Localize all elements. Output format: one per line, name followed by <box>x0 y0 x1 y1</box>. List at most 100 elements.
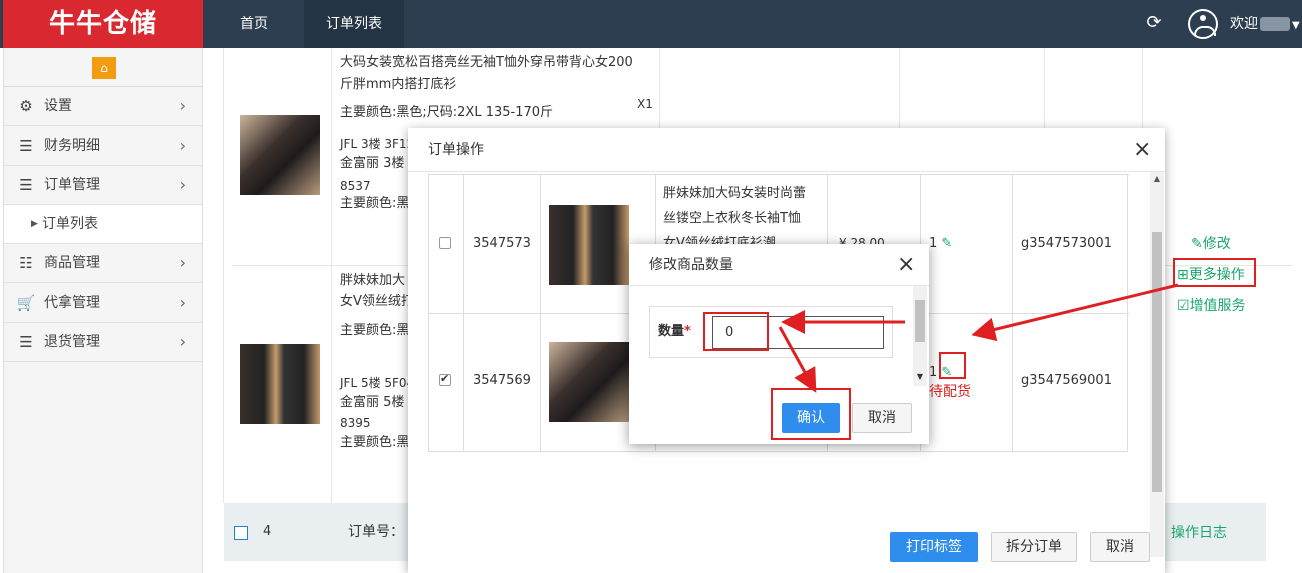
dialog-scrollbar[interactable]: ▼ <box>913 286 927 386</box>
product-location: JFL 3楼 3F12 <box>340 137 415 151</box>
edit-icon: ✎ <box>1191 236 1203 252</box>
annotation-highlight <box>771 388 851 440</box>
nav-order-list[interactable]: 订单列表 <box>304 0 404 48</box>
list-icon: ☰ <box>19 333 33 351</box>
operation-log-link[interactable]: 操作日志 <box>1171 522 1227 542</box>
product-attributes: 主要颜色:黑色;尺码:2XL 135-170斤 <box>340 105 554 120</box>
dialog-header: 修改商品数量 × <box>629 244 929 286</box>
value-added-service-link[interactable]: ☑增值服务 <box>1177 295 1246 315</box>
product-location: 金富丽 5楼 <box>340 395 405 410</box>
cancel-button[interactable]: 取消 <box>1090 532 1150 562</box>
order-select-checkbox[interactable] <box>234 526 248 540</box>
chevron-down-icon: ▼ <box>1292 20 1300 31</box>
product-location: 金富丽 3楼 <box>340 156 405 171</box>
print-label-button[interactable]: 打印标签 <box>890 532 978 562</box>
product-location: JFL 5楼 5F04 <box>340 376 415 390</box>
dialog-header: 订单操作 × <box>408 128 1165 172</box>
sidebar-item-products[interactable]: ☷ 商品管理 › <box>4 244 202 283</box>
scrollbar-thumb[interactable] <box>915 300 925 342</box>
quantity-label: 数量* <box>658 324 691 339</box>
gear-icon: ⚙ <box>19 97 33 115</box>
scrollbar-thumb[interactable] <box>1152 232 1162 492</box>
caret-right-icon: ▶ <box>31 219 38 229</box>
item-name: 丝镂空上衣秋冬长袖T恤 <box>663 211 801 226</box>
item-sku: g3547573001 <box>1021 236 1112 251</box>
sidebar-item-order-management[interactable]: ☰ 订单管理 › <box>4 166 202 205</box>
row-checkbox[interactable] <box>439 372 451 386</box>
scroll-up-icon[interactable]: ▲ <box>1150 174 1164 183</box>
product-thumbnail <box>549 205 629 285</box>
sidebar: ⌂ ⚙ 设置 › ☰ 财务明细 › ☰ 订单管理 › ▶ 订单列表 ☷ 商品管理… <box>3 48 203 573</box>
product-thumbnail <box>240 115 320 195</box>
product-title: 胖妹妹加大 <box>340 273 406 288</box>
close-icon[interactable]: × <box>1133 139 1151 161</box>
sidebar-item-returns[interactable]: ☰ 退货管理 › <box>4 323 202 362</box>
scroll-down-icon[interactable]: ▼ <box>913 372 927 381</box>
sidebar-subitem-order-list[interactable]: ▶ 订单列表 <box>4 205 202 244</box>
list-icon: ☰ <box>19 176 33 194</box>
quantity-form-row: 数量* <box>649 306 893 358</box>
cart-icon: 🛒 <box>16 294 36 312</box>
chevron-right-icon: › <box>179 175 186 194</box>
top-nav: 首页 订单列表 <box>204 0 404 48</box>
split-order-button[interactable]: 拆分订单 <box>991 532 1077 562</box>
product-title: 女V领丝绒打 <box>340 294 414 309</box>
logo: 牛牛仓储 <box>3 0 203 48</box>
item-name: 胖妹妹加大码女装时尚蕾 <box>663 186 807 201</box>
edit-icon[interactable]: ✎ <box>941 232 952 255</box>
sidebar-subitem-label: 订单列表 <box>42 216 98 232</box>
product-quantity: X1 <box>637 97 653 111</box>
product-location: 8395 <box>340 416 371 430</box>
chevron-right-icon: › <box>179 332 186 351</box>
item-id: 3547569 <box>473 373 531 388</box>
order-number-label: 订单号： <box>348 524 404 540</box>
product-thumbnail <box>549 342 629 422</box>
item-sku: g3547569001 <box>1021 373 1112 388</box>
chevron-right-icon: › <box>179 293 186 312</box>
sidebar-item-label: 商品管理 <box>44 255 100 271</box>
user-avatar-icon[interactable] <box>1188 9 1218 39</box>
username-redacted <box>1260 17 1290 31</box>
top-bar: 牛牛仓储 首页 订单列表 ⟳ 欢迎 ▼ <box>0 0 1302 48</box>
product-attributes: 主要颜色:黑 <box>340 196 410 211</box>
sidebar-item-label: 财务明细 <box>44 138 100 154</box>
check-square-icon: ☑ <box>1177 298 1190 314</box>
edit-link[interactable]: ✎修改 <box>1191 233 1231 253</box>
item-quantity: 1 ✎ <box>929 232 952 255</box>
sidebar-item-proxy-pickup[interactable]: 🛒 代拿管理 › <box>4 284 202 323</box>
sidebar-item-label: 订单管理 <box>44 177 100 193</box>
product-attributes: 主要颜色:黑 <box>340 435 410 450</box>
product-title: 大码女装宽松百搭亮丝无袖T恤外穿吊带背心女200 <box>340 55 633 70</box>
row-checkbox[interactable] <box>439 237 451 249</box>
divider <box>1012 174 1013 451</box>
product-attributes: 主要颜色:黑 <box>340 323 410 338</box>
annotation-highlight <box>703 312 769 351</box>
list-icon: ☰ <box>19 137 33 155</box>
status-label: 待配货 <box>929 384 971 400</box>
annotation-highlight <box>939 352 966 379</box>
divider <box>223 48 224 503</box>
cancel-button[interactable]: 取消 <box>852 403 912 433</box>
divider <box>463 174 464 451</box>
chevron-right-icon: › <box>179 253 186 272</box>
sidebar-item-label: 代拿管理 <box>44 295 100 311</box>
dialog-title: 订单操作 <box>428 142 484 158</box>
dialog-title: 修改商品数量 <box>649 257 733 273</box>
refresh-icon[interactable]: ⟳ <box>1143 12 1165 34</box>
nav-home[interactable]: 首页 <box>204 0 304 48</box>
divider <box>540 174 541 451</box>
divider <box>331 48 332 503</box>
home-icon[interactable]: ⌂ <box>92 57 116 79</box>
sidebar-item-finance[interactable]: ☰ 财务明细 › <box>4 127 202 166</box>
chevron-right-icon: › <box>179 136 186 155</box>
sidebar-item-label: 设置 <box>44 98 72 114</box>
welcome-menu[interactable]: 欢迎 ▼ <box>1230 0 1300 48</box>
sidebar-item-label: 退货管理 <box>44 334 100 350</box>
sidebar-item-settings[interactable]: ⚙ 设置 › <box>4 87 202 126</box>
dialog-scrollbar[interactable]: ▲ <box>1150 172 1164 557</box>
order-index: 4 <box>263 524 272 539</box>
close-icon[interactable]: × <box>897 254 915 276</box>
product-thumbnail <box>240 344 320 424</box>
chevron-right-icon: › <box>179 96 186 115</box>
annotation-highlight <box>1173 258 1256 287</box>
